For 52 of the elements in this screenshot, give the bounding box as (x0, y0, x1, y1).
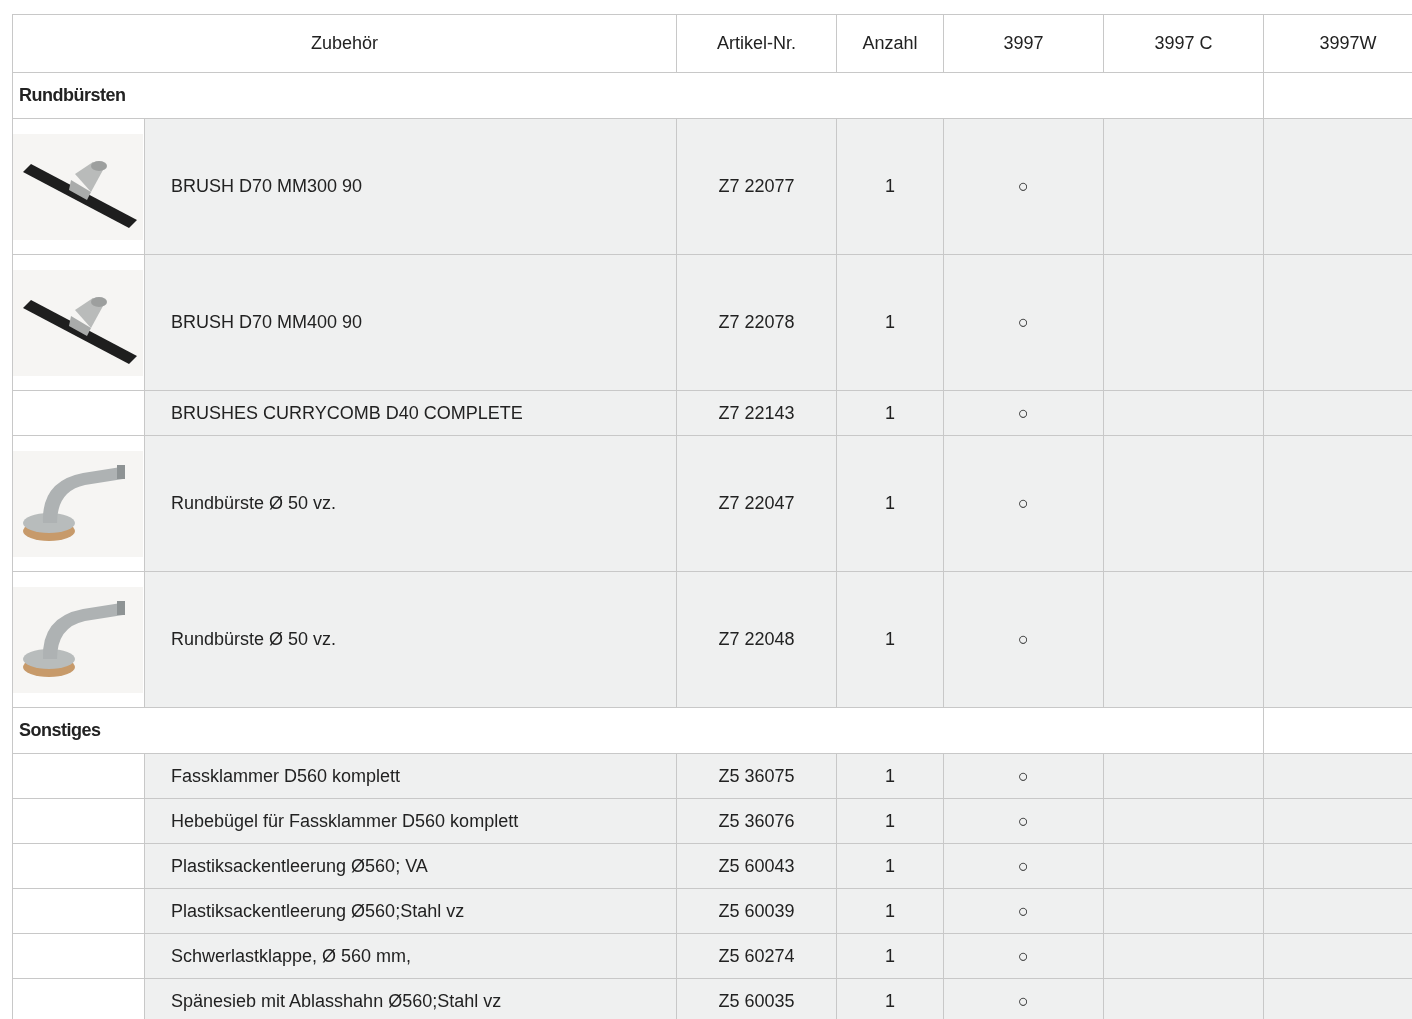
table-cell: ○ (1018, 402, 1029, 423)
table-cell: ○ (1018, 855, 1029, 876)
table-cell: BRUSH D70 MM300 90 (144, 118, 677, 255)
table-cell: Rundbürste Ø 50 vz. (144, 571, 677, 708)
table-cell: Spänesieb mit Ablasshahn Ø560;Stahl vz (144, 978, 677, 1019)
table-cell: 1 (836, 978, 944, 1019)
table-cell: ○ (1018, 312, 1029, 332)
table-cell: Z5 60039 (676, 888, 837, 934)
table-cell: BRUSHES CURRYCOMB D40 COMPLETE (144, 390, 677, 436)
table-cell: Z7 22048 (676, 571, 837, 708)
table-cell: ○ (1018, 629, 1029, 649)
section-heading: Sonstiges (12, 707, 1264, 754)
table-cell: BRUSH D70 MM400 90 (144, 254, 677, 391)
table-cell: 1 (836, 888, 944, 934)
table-cell: Z7 22143 (676, 390, 837, 436)
table-cell: 1 (836, 435, 944, 572)
table-cell: 1 (836, 571, 944, 708)
table-cell: Z7 22047 (676, 435, 837, 572)
table-cell: Fassklammer D560 komplett (144, 753, 677, 799)
table-cell: Hebebügel für Fassklammer D560 komplett (144, 798, 677, 844)
table-cell: Rundbürste Ø 50 vz. (144, 435, 677, 572)
table-cell: Z5 60043 (676, 843, 837, 889)
table-cell: 1 (836, 753, 944, 799)
section-heading: Rundbürsten (12, 72, 1264, 119)
column-header: Zubehör (12, 14, 677, 73)
table-cell: Z5 60035 (676, 978, 837, 1019)
table-cell: Plastiksackentleerung Ø560;Stahl vz (144, 888, 677, 934)
table-cell: ○ (1018, 900, 1029, 921)
table-cell: 1 (836, 390, 944, 436)
column-header: 3997 (943, 14, 1104, 73)
table-cell: Z5 36076 (676, 798, 837, 844)
column-header: Anzahl (836, 14, 944, 73)
table-cell: Plastiksackentleerung Ø560; VA (144, 843, 677, 889)
table-cell: ○ (1018, 810, 1029, 831)
table-cell: ○ (1018, 493, 1029, 513)
table-cell: ○ (1018, 176, 1029, 196)
table-cell: Z5 60274 (676, 933, 837, 979)
table-cell: Z7 22078 (676, 254, 837, 391)
table-cell: Z5 36075 (676, 753, 837, 799)
table-cell: 1 (836, 254, 944, 391)
table-cell: Z7 22077 (676, 118, 837, 255)
table-cell: Schwerlastklappe, Ø 560 mm, (144, 933, 677, 979)
column-header: 3997 C (1103, 14, 1264, 73)
table-cell: ○ (1018, 945, 1029, 966)
table-cell: 1 (836, 933, 944, 979)
table-cell: 1 (836, 118, 944, 255)
table-cell: ○ (1018, 765, 1029, 786)
column-header: Artikel-Nr. (676, 14, 837, 73)
column-header: 3997W (1263, 14, 1412, 73)
table-cell: 1 (836, 798, 944, 844)
table-cell: 1 (836, 843, 944, 889)
table-cell: ○ (1018, 990, 1029, 1011)
